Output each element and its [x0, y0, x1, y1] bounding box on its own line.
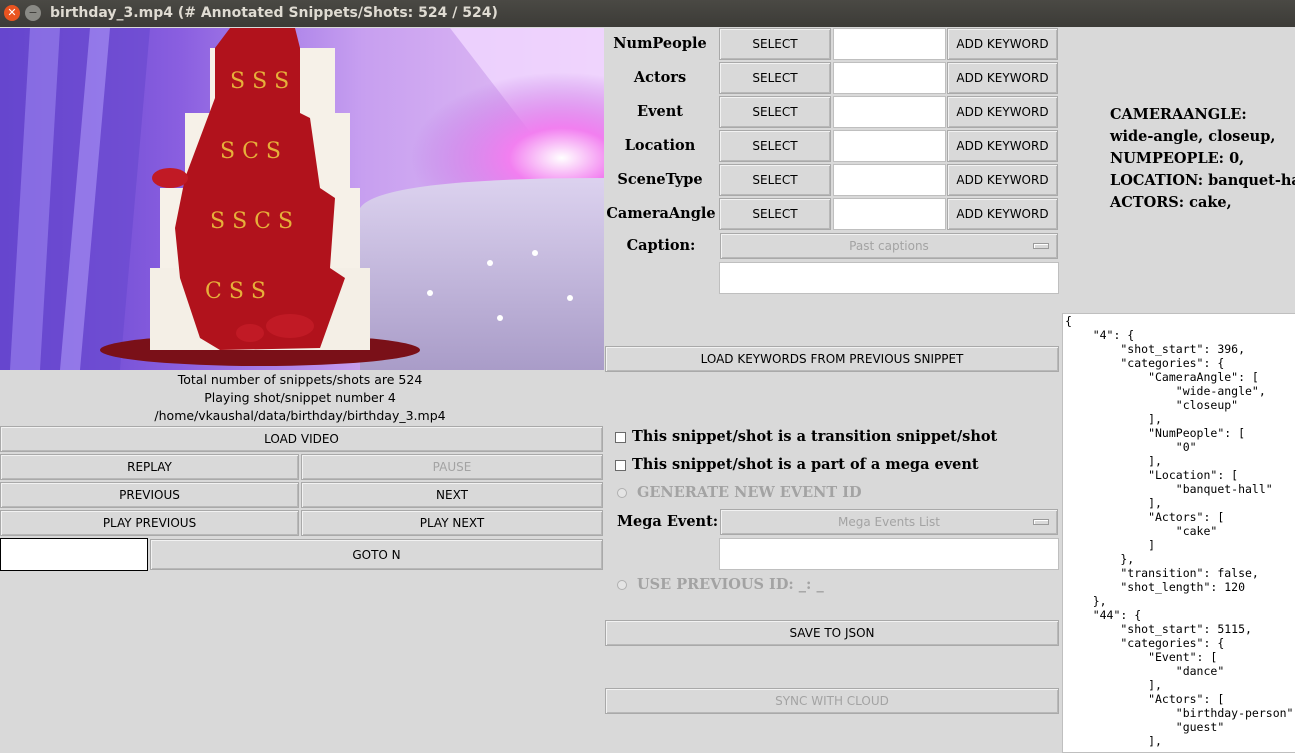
past-captions-dropdown[interactable]: Past captions — [720, 233, 1058, 259]
save-to-json-button[interactable]: SAVE TO JSON — [605, 620, 1059, 646]
svg-text:C S S: C S S — [205, 279, 266, 304]
keyword-summary: CAMERAANGLE: wide-angle, closeup, NUMPEOPL… — [1110, 104, 1295, 214]
summary-line: wide-angle, closeup, — [1110, 128, 1276, 145]
playing-snippet-text: Playing shot/snippet number 4 — [204, 390, 396, 405]
caption-label: Caption: — [626, 237, 696, 254]
video-frame: S S S S C S S S C S C S S — [0, 28, 604, 370]
generate-event-label: GENERATE NEW EVENT ID — [637, 484, 862, 501]
add-keyword-event-button[interactable]: ADD KEYWORD — [947, 96, 1058, 128]
mega-event-input[interactable] — [719, 538, 1059, 570]
add-keyword-cameraangle-button[interactable]: ADD KEYWORD — [947, 198, 1058, 230]
select-event-button[interactable]: SELECT — [719, 96, 831, 128]
previous-button[interactable]: PREVIOUS — [0, 482, 299, 508]
generate-event-radio[interactable] — [617, 488, 627, 498]
event-keyword-input[interactable] — [833, 96, 946, 128]
numpeople-keyword-input[interactable] — [833, 28, 946, 60]
transition-checkbox-label: This snippet/shot is a transition snippe… — [632, 428, 998, 445]
mega-events-dropdown[interactable]: Mega Events List — [720, 509, 1058, 535]
category-label-event: Event — [637, 103, 683, 120]
add-keyword-location-button[interactable]: ADD KEYWORD — [947, 130, 1058, 162]
mega-event-checkbox-label: This snippet/shot is a part of a mega ev… — [632, 456, 979, 473]
svg-text:S S C S: S S C S — [210, 209, 293, 234]
dropdown-arrow-icon — [1033, 243, 1049, 249]
actors-keyword-input[interactable] — [833, 62, 946, 94]
add-keyword-numpeople-button[interactable]: ADD KEYWORD — [947, 28, 1058, 60]
past-captions-dropdown-label: Past captions — [849, 239, 929, 253]
category-label-actors: Actors — [633, 69, 687, 86]
video-frame-image: S S S S C S S S C S C S S — [0, 28, 604, 370]
category-label-cameraangle: CameraAngle — [606, 205, 716, 222]
use-previous-id-label: USE PREVIOUS ID: _: _ — [637, 576, 824, 593]
use-previous-id-radio[interactable] — [617, 580, 627, 590]
replay-button[interactable]: REPLAY — [0, 454, 299, 480]
goto-n-button[interactable]: GOTO N — [150, 539, 603, 570]
video-path-text: /home/vkaushal/data/birthday/birthday_3.… — [154, 408, 446, 423]
add-keyword-scenetype-button[interactable]: ADD KEYWORD — [947, 164, 1058, 196]
add-keyword-actors-button[interactable]: ADD KEYWORD — [947, 62, 1058, 94]
window-title: birthday_3.mp4 (# Annotated Snippets/Sho… — [50, 5, 498, 21]
minimize-icon[interactable]: − — [25, 5, 41, 21]
snippet-count-text: Total number of snippets/shots are 524 — [177, 372, 423, 387]
summary-line: NUMPEOPLE: 0, — [1110, 150, 1245, 167]
scenetype-keyword-input[interactable] — [833, 164, 946, 196]
summary-line: LOCATION: banquet-hall, — [1110, 172, 1295, 189]
mega-event-checkbox[interactable] — [615, 460, 626, 471]
load-keywords-button[interactable]: LOAD KEYWORDS FROM PREVIOUS SNIPPET — [605, 346, 1059, 372]
json-output-panel[interactable]: { "4": { "shot_start": 396, "categories"… — [1062, 313, 1295, 753]
mega-events-dropdown-label: Mega Events List — [838, 515, 940, 529]
sync-with-cloud-button[interactable]: SYNC WITH CLOUD — [605, 688, 1059, 714]
play-previous-button[interactable]: PLAY PREVIOUS — [0, 510, 299, 536]
close-icon[interactable]: ✕ — [4, 5, 20, 21]
category-label-location: Location — [624, 137, 696, 154]
cameraangle-keyword-input[interactable] — [833, 198, 946, 230]
mega-event-label: Mega Event: — [617, 513, 719, 530]
select-numpeople-button[interactable]: SELECT — [719, 28, 831, 60]
category-label-numpeople: NumPeople — [613, 35, 707, 52]
svg-text:S S S: S S S — [230, 69, 289, 94]
goto-n-input[interactable] — [0, 538, 148, 571]
select-actors-button[interactable]: SELECT — [719, 62, 831, 94]
category-label-scenetype: SceneType — [617, 171, 703, 188]
select-location-button[interactable]: SELECT — [719, 130, 831, 162]
title-bar: ✕ − birthday_3.mp4 (# Annotated Snippets… — [0, 0, 1295, 27]
location-keyword-input[interactable] — [833, 130, 946, 162]
dropdown-arrow-icon — [1033, 519, 1049, 525]
summary-line: ACTORS: cake, — [1110, 194, 1232, 211]
transition-checkbox[interactable] — [615, 432, 626, 443]
next-button[interactable]: NEXT — [301, 482, 603, 508]
select-cameraangle-button[interactable]: SELECT — [719, 198, 831, 230]
load-video-button[interactable]: LOAD VIDEO — [0, 426, 603, 452]
caption-input[interactable] — [719, 262, 1059, 294]
svg-text:S C S: S C S — [220, 139, 281, 164]
play-next-button[interactable]: PLAY NEXT — [301, 510, 603, 536]
json-output-text: { "4": { "shot_start": 396, "categories"… — [1065, 314, 1295, 748]
pause-button[interactable]: PAUSE — [301, 454, 603, 480]
select-scenetype-button[interactable]: SELECT — [719, 164, 831, 196]
summary-line: CAMERAANGLE: — [1110, 106, 1247, 123]
